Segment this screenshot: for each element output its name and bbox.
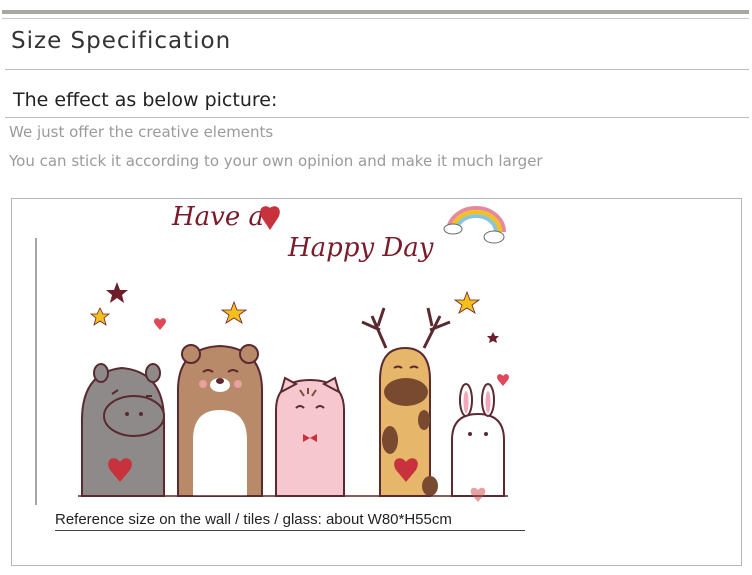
reference-size-caption: Reference size on the wall / tiles / gla… <box>55 511 452 528</box>
cat-character <box>275 376 345 497</box>
caption-underline <box>55 530 525 531</box>
rainbow-icon <box>443 206 506 244</box>
star-icon <box>220 300 248 324</box>
star-icon <box>453 290 481 314</box>
star-icon <box>89 307 111 326</box>
rabbit-character <box>451 383 505 502</box>
deer-character <box>361 307 451 497</box>
headline-have-a: Have a <box>171 202 264 232</box>
star-icon <box>487 332 499 343</box>
headline-happy-day: Happy Day <box>287 233 434 263</box>
hippo-character <box>81 363 165 497</box>
heart-icon <box>497 374 509 386</box>
heart-icon <box>154 318 166 330</box>
star-icon <box>106 282 128 303</box>
bear-character <box>177 344 263 497</box>
wall-sticker-illustration: Have a Happy Day <box>35 202 509 505</box>
